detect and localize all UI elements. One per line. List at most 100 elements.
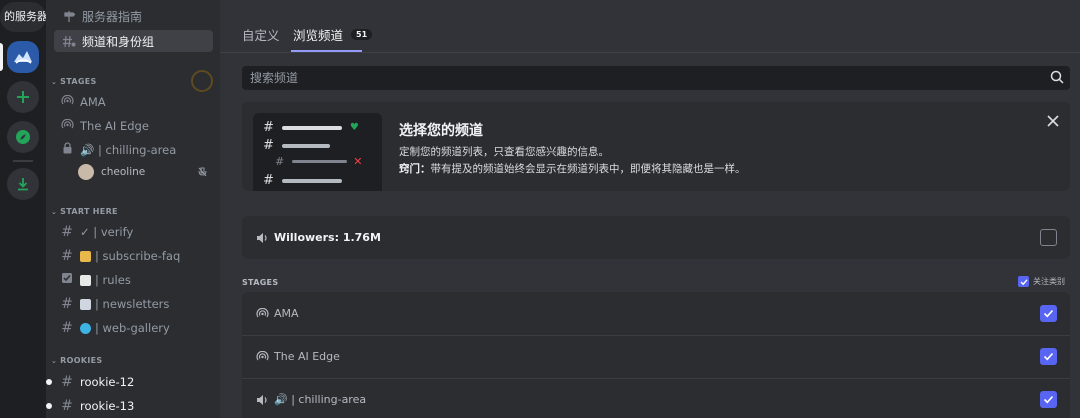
- channel-count-badge: 51: [351, 29, 373, 40]
- tab-browse-channels[interactable]: 浏览频道 51: [293, 25, 373, 44]
- channel-label: | subscribe-faq: [95, 249, 181, 263]
- server-name-pill[interactable]: 的服务器: [0, 2, 46, 32]
- stage-label: 🔊 | chilling-area: [274, 393, 367, 406]
- add-server-icon[interactable]: [7, 81, 39, 113]
- sidebar-channel-web-gallery[interactable]: # | web-gallery: [54, 317, 213, 339]
- search-icon[interactable]: [1050, 70, 1064, 87]
- category-stages[interactable]: ⌄ STAGES: [51, 77, 97, 86]
- speaker-icon: [255, 394, 269, 406]
- follow-category-label: 关注类别: [1033, 277, 1065, 286]
- tip-prefix: 窍门：: [399, 163, 431, 175]
- newspaper-emoji-icon: [80, 298, 91, 310]
- server-guide-label: 服务器指南: [82, 9, 143, 24]
- avatar: [78, 164, 94, 180]
- sidebar-channel-rookie-13[interactable]: # rookie-13: [54, 395, 213, 417]
- channel-sidebar: 服务器指南 频道和身份组 ⌄ STAGES AMA The AI Edge 🔊 |…: [46, 0, 220, 418]
- speaker-icon: [255, 232, 269, 244]
- channel-list-illustration: # ♥ # # ✕ #: [253, 113, 382, 191]
- unread-indicator: [46, 379, 52, 385]
- rules-icon: [60, 272, 74, 288]
- server-rail: 的服务器: [0, 0, 46, 418]
- stage-icon: [255, 308, 269, 319]
- stage-row-ama[interactable]: AMA: [242, 292, 1070, 335]
- sidebar-channel-verify[interactable]: # ✓ | verify: [54, 221, 213, 243]
- explore-icon[interactable]: [7, 121, 39, 153]
- hashtag-icon: #: [61, 320, 73, 336]
- card-emoji-icon: [80, 250, 91, 262]
- chevron-down-icon: ⌄: [51, 357, 58, 365]
- category-rookies[interactable]: ⌄ ROOKIES: [51, 356, 102, 365]
- voice-user-name: cheoline: [101, 166, 146, 178]
- muted-mic-icon: [198, 167, 207, 180]
- stages-channel-card: AMA The AI Edge 🔊 | chilling-area: [242, 292, 1070, 418]
- channel-label: | rules: [95, 273, 131, 287]
- channel-label: | web-gallery: [95, 321, 170, 335]
- category-start-here[interactable]: ⌄ START HERE: [51, 207, 118, 216]
- channel-label: ✓ | verify: [80, 225, 134, 239]
- channel-label: | newsletters: [95, 297, 170, 311]
- banner-description: 定制您的频道列表，只查看您感兴趣的信息。: [399, 146, 609, 158]
- signpost-icon: [60, 10, 78, 23]
- checkbox-checked-icon: [1018, 276, 1029, 287]
- download-icon[interactable]: [7, 168, 39, 200]
- stage-row-chilling-area[interactable]: 🔊 | chilling-area: [242, 378, 1070, 418]
- unread-indicator: [46, 403, 52, 409]
- category-start-here-label: START HERE: [60, 207, 118, 216]
- stage-icon: [60, 118, 74, 134]
- channel-label: rookie-12: [80, 375, 135, 389]
- stage-label: AMA: [274, 307, 299, 320]
- follow-category-toggle[interactable]: 关注类别: [1018, 276, 1065, 287]
- stage-checkbox[interactable]: [1040, 348, 1057, 365]
- willowers-checkbox[interactable]: [1040, 229, 1057, 246]
- tab-customize[interactable]: 自定义: [242, 25, 280, 44]
- channels-roles-label: 频道和身份组: [82, 34, 155, 49]
- search-input[interactable]: [250, 71, 1030, 85]
- stage-icon: [60, 94, 74, 110]
- channel-search: [242, 66, 1070, 90]
- chevron-down-icon: ⌄: [51, 78, 58, 86]
- server-icon[interactable]: [7, 41, 39, 73]
- browse-channels-panel: 自定义 浏览频道 51 #♥ # #✕ # 选择您的频道 定制您的频道列表，只查…: [220, 0, 1080, 418]
- rail-divider: [13, 160, 33, 162]
- globe-emoji-icon: [80, 322, 91, 334]
- willowers-label: Willowers: 1.76M: [274, 231, 381, 244]
- server-name: 的服务器: [4, 10, 46, 23]
- channel-label: rookie-13: [80, 399, 135, 413]
- sidebar-channel-rules[interactable]: | rules: [54, 269, 213, 291]
- stage-icon: [255, 351, 269, 362]
- stage-checkbox[interactable]: [1040, 305, 1057, 322]
- stage-row-ai-edge[interactable]: The AI Edge: [242, 335, 1070, 378]
- hashtag-icon: #: [61, 296, 73, 312]
- voice-user[interactable]: cheoline: [78, 164, 145, 180]
- sidebar-channel-subscribe-faq[interactable]: # | subscribe-faq: [54, 245, 213, 267]
- sidebar-stage-ai-edge[interactable]: The AI Edge: [54, 115, 213, 137]
- sidebar-stage-ama[interactable]: AMA: [54, 91, 213, 113]
- stage-checkbox[interactable]: [1040, 391, 1057, 408]
- hashtag-icon: #: [61, 248, 73, 264]
- tab-label: 浏览频道: [293, 28, 344, 43]
- category-rookies-label: ROOKIES: [60, 356, 103, 365]
- banner-title: 选择您的频道: [399, 123, 483, 139]
- lock-icon: [60, 142, 74, 158]
- server-guide-item[interactable]: 服务器指南: [54, 5, 213, 27]
- hashtag-icon: #: [61, 398, 73, 414]
- choose-channels-banner: # ♥ # # ✕ # 选择您的频道 定制您的频道列表，只查看您感兴趣的信息。 窍门…: [242, 102, 1070, 191]
- sidebar-channel-newsletters[interactable]: # | newsletters: [54, 293, 213, 315]
- channel-label: The AI Edge: [80, 119, 149, 133]
- loading-spinner: [191, 70, 213, 92]
- sidebar-channel-rookie-12[interactable]: # rookie-12: [54, 371, 213, 393]
- category-stages-label: STAGES: [60, 77, 97, 86]
- channels-roles-icon: [60, 35, 78, 48]
- close-icon[interactable]: [1042, 110, 1064, 132]
- channels-roles-item[interactable]: 频道和身份组: [54, 30, 213, 52]
- sidebar-voice-chilling-area[interactable]: 🔊 | chilling-area: [54, 139, 213, 161]
- tab-label: 自定义: [242, 28, 280, 43]
- willowers-channel-card: Willowers: 1.76M: [242, 216, 1070, 259]
- chevron-down-icon: ⌄: [51, 208, 58, 216]
- hashtag-icon: #: [61, 374, 73, 390]
- channel-label: 🔊 | chilling-area: [80, 143, 177, 157]
- stages-section-label: STAGES: [242, 278, 279, 287]
- channel-label: AMA: [80, 95, 106, 109]
- selected-server-indicator: [0, 43, 3, 71]
- willowers-row[interactable]: Willowers: 1.76M: [242, 216, 1070, 259]
